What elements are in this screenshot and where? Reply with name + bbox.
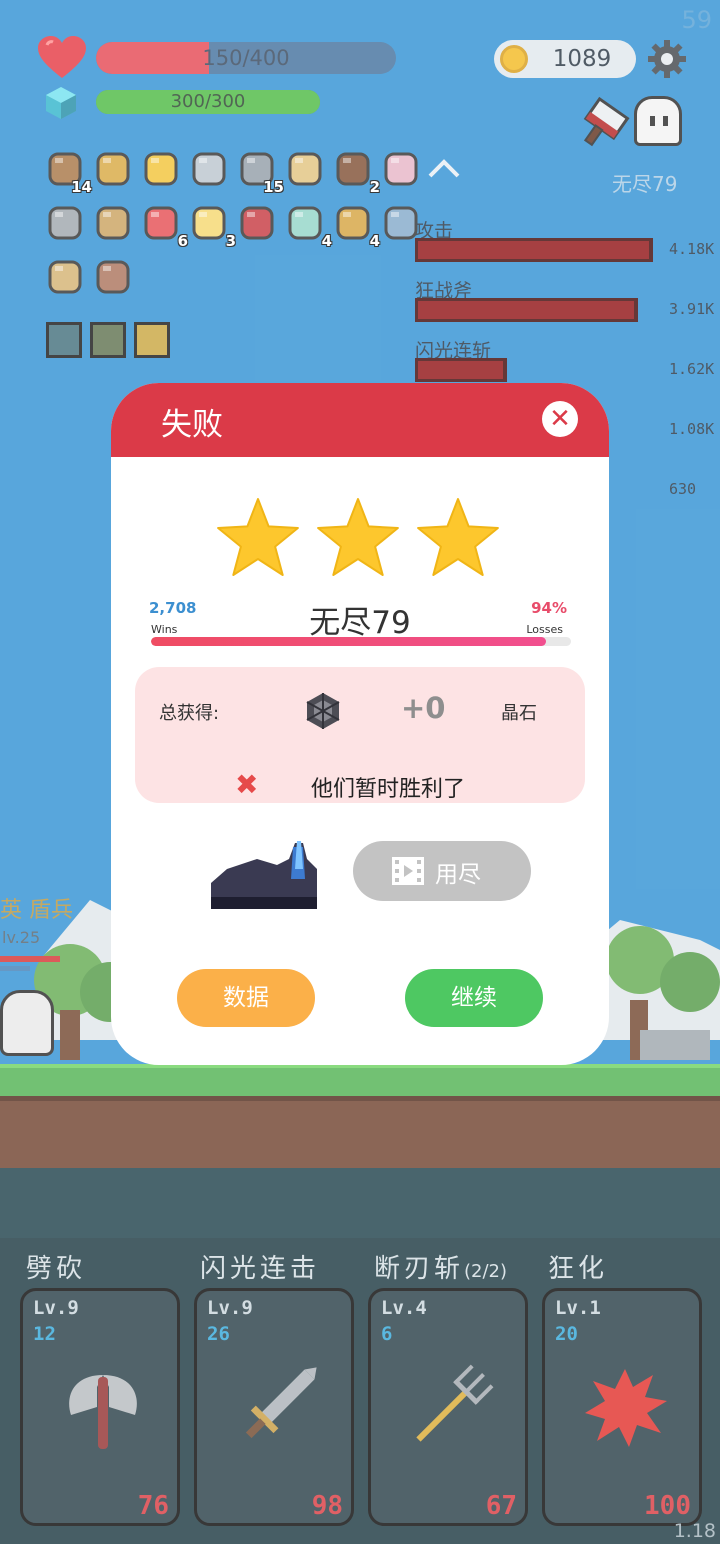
defeat-dialog: 失败 ✕ 2,708 Wins 无尽79 94% Losses 总获得: +0 … [111,383,609,1065]
video-icon [392,857,424,885]
reward-label: 总获得: [159,703,220,724]
star-icon [417,498,499,576]
reward-amount: +0 [401,691,446,725]
star-rating [217,498,499,576]
dialog-title: 失败 [161,407,223,443]
loss-fill [151,637,546,646]
win-loss-bar [151,637,571,646]
watch-video-button[interactable]: 用尽 [353,841,531,901]
close-button[interactable]: ✕ [542,401,578,437]
defeat-message: 他们暂时胜利了 [311,777,466,802]
data-button[interactable]: 数据 [177,969,315,1027]
cross-icon: ✖ [235,768,259,801]
star-icon [317,498,399,576]
losses-label: Losses [526,623,563,636]
reward-panel: 总获得: +0 晶石 ✖ 他们暂时胜利了 [135,667,585,803]
losses-value: 94% [531,599,567,617]
watch-video-label: 用尽 [435,862,481,888]
continue-button[interactable]: 继续 [405,969,543,1027]
reward-unit: 晶石 [501,703,537,724]
crystal-icon [306,693,340,729]
dialog-header: 失败 ✕ [111,383,609,457]
star-icon [217,498,299,576]
dark-boot-icon [211,841,317,909]
